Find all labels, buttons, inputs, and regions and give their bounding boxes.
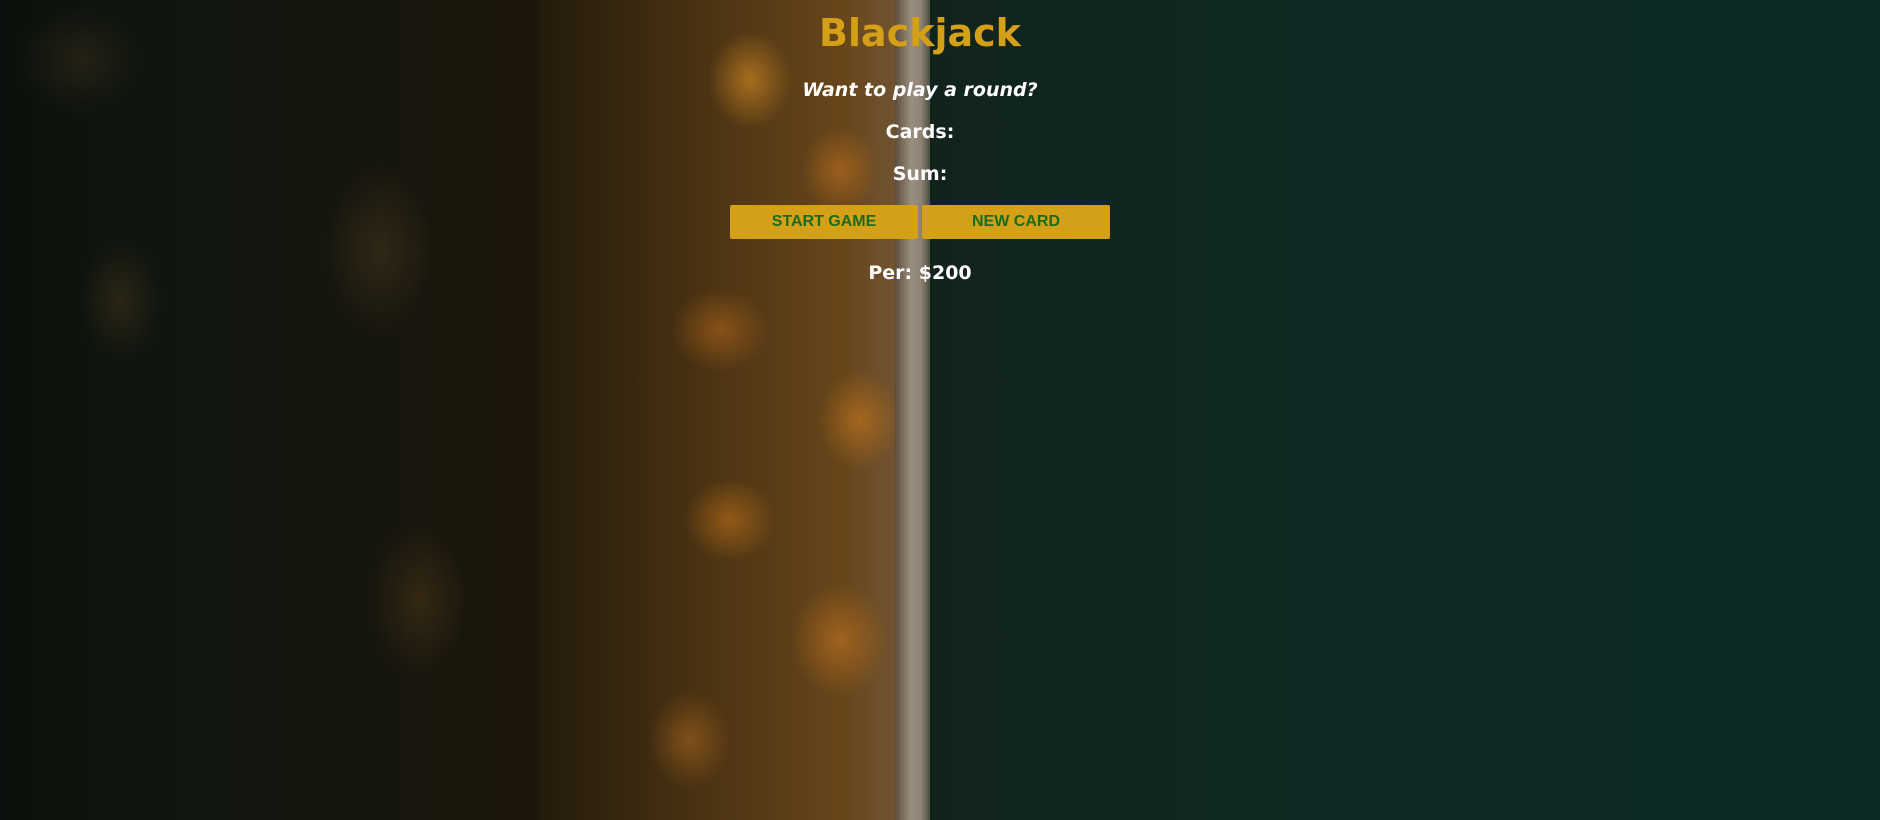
button-row: START GAME NEW CARD — [0, 205, 1840, 239]
cards-text: Cards: — [885, 121, 955, 143]
start-game-button[interactable]: START GAME — [730, 205, 918, 239]
sum-text: Sum: — [892, 163, 948, 185]
game-container: Blackjack Want to play a round? Cards: S… — [0, 0, 1840, 285]
new-card-button[interactable]: NEW CARD — [922, 205, 1110, 239]
player-info: Per: $200 — [868, 262, 972, 284]
message-text: Want to play a round? — [802, 79, 1038, 101]
page-title: Blackjack — [819, 11, 1021, 55]
